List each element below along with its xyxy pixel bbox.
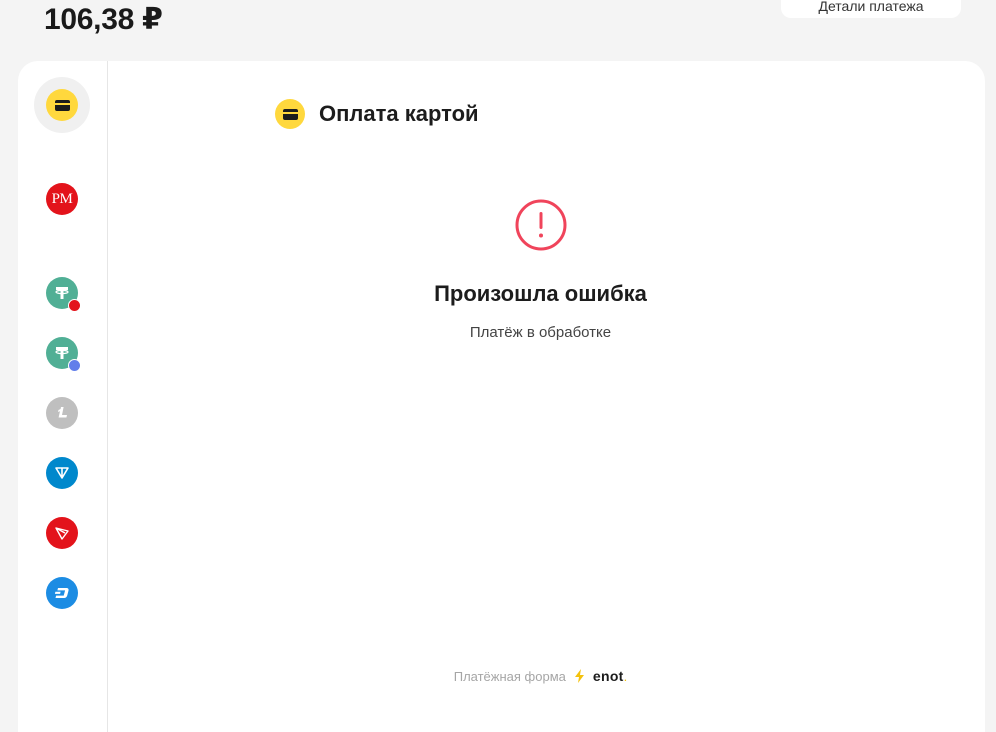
method-perfect-money[interactable]: PM	[34, 171, 90, 227]
payment-content: Оплата картой Произошла ошибка Платёж в …	[108, 61, 985, 732]
error-title: Произошла ошибка	[434, 281, 647, 306]
payment-panel: PM Оплата картой Произошла ошибка Платёж…	[18, 61, 985, 732]
method-pm-label: PM	[51, 190, 73, 207]
tron-icon	[46, 517, 78, 549]
method-tron[interactable]	[34, 505, 90, 561]
payment-methods-sidebar: PM	[18, 61, 108, 732]
tether-erc20-icon	[46, 337, 81, 372]
payment-details-button[interactable]: Детали платежа	[781, 0, 961, 18]
card-icon	[275, 99, 305, 129]
footer-label: Платёжная форма	[453, 668, 566, 684]
perfect-money-icon: PM	[46, 183, 78, 215]
error-block: Произошла ошибка Платёж в обработке	[108, 197, 985, 341]
error-subtitle: Платёж в обработке	[469, 324, 612, 341]
dash-icon	[46, 577, 78, 609]
ton-icon	[46, 457, 78, 489]
payment-header: Оплата картой	[275, 99, 479, 129]
order-amount: 106,38 ₽	[44, 3, 163, 36]
payment-footer: Платёжная форма enot.	[108, 668, 985, 684]
method-usdt-erc20[interactable]	[34, 325, 90, 381]
method-bank-card[interactable]	[34, 77, 90, 133]
tron-badge-icon	[68, 299, 81, 312]
litecoin-icon	[46, 397, 78, 429]
method-ton[interactable]	[34, 445, 90, 501]
tether-trc20-icon	[46, 277, 81, 312]
payment-title: Оплата картой	[319, 101, 479, 126]
ethereum-badge-icon	[68, 359, 81, 372]
lightning-icon	[574, 669, 584, 683]
error-exclamation-icon	[515, 199, 566, 251]
method-litecoin[interactable]	[34, 385, 90, 441]
brand-dot: .	[623, 669, 628, 684]
card-icon	[46, 89, 78, 121]
enot-logo[interactable]: enot.	[593, 668, 627, 684]
method-usdt-trc20[interactable]	[34, 265, 90, 321]
brand-name: enot	[592, 668, 624, 684]
method-dash[interactable]	[34, 565, 90, 621]
